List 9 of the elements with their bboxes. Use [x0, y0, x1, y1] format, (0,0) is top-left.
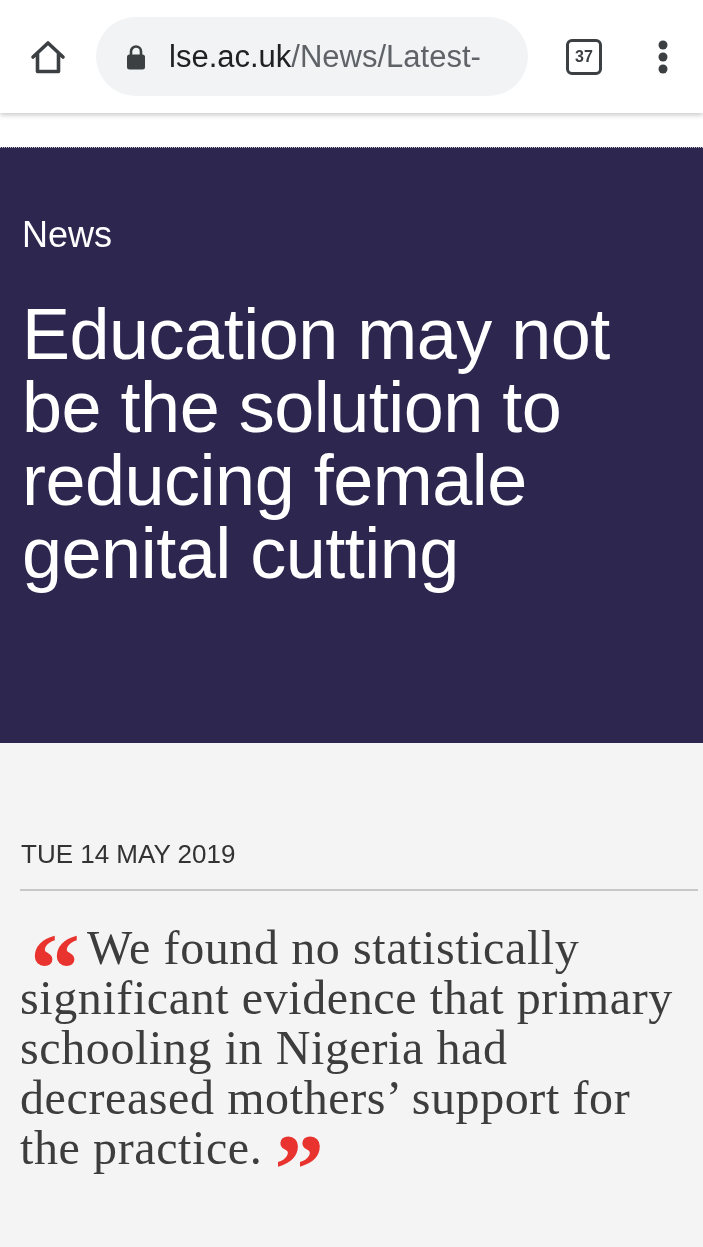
address-bar[interactable]: lse.ac.uk/News/Latest-: [96, 17, 528, 96]
menu-icon[interactable]: [658, 39, 668, 74]
url-domain: lse.ac.uk: [169, 38, 292, 75]
tab-switcher-button[interactable]: 37: [566, 38, 602, 75]
publish-date: TUE 14 MAY 2019: [21, 839, 237, 869]
home-icon[interactable]: [30, 38, 66, 75]
url-path: /News/Latest-: [291, 38, 481, 75]
lock-icon: [126, 43, 146, 70]
section-label: News: [22, 214, 114, 256]
